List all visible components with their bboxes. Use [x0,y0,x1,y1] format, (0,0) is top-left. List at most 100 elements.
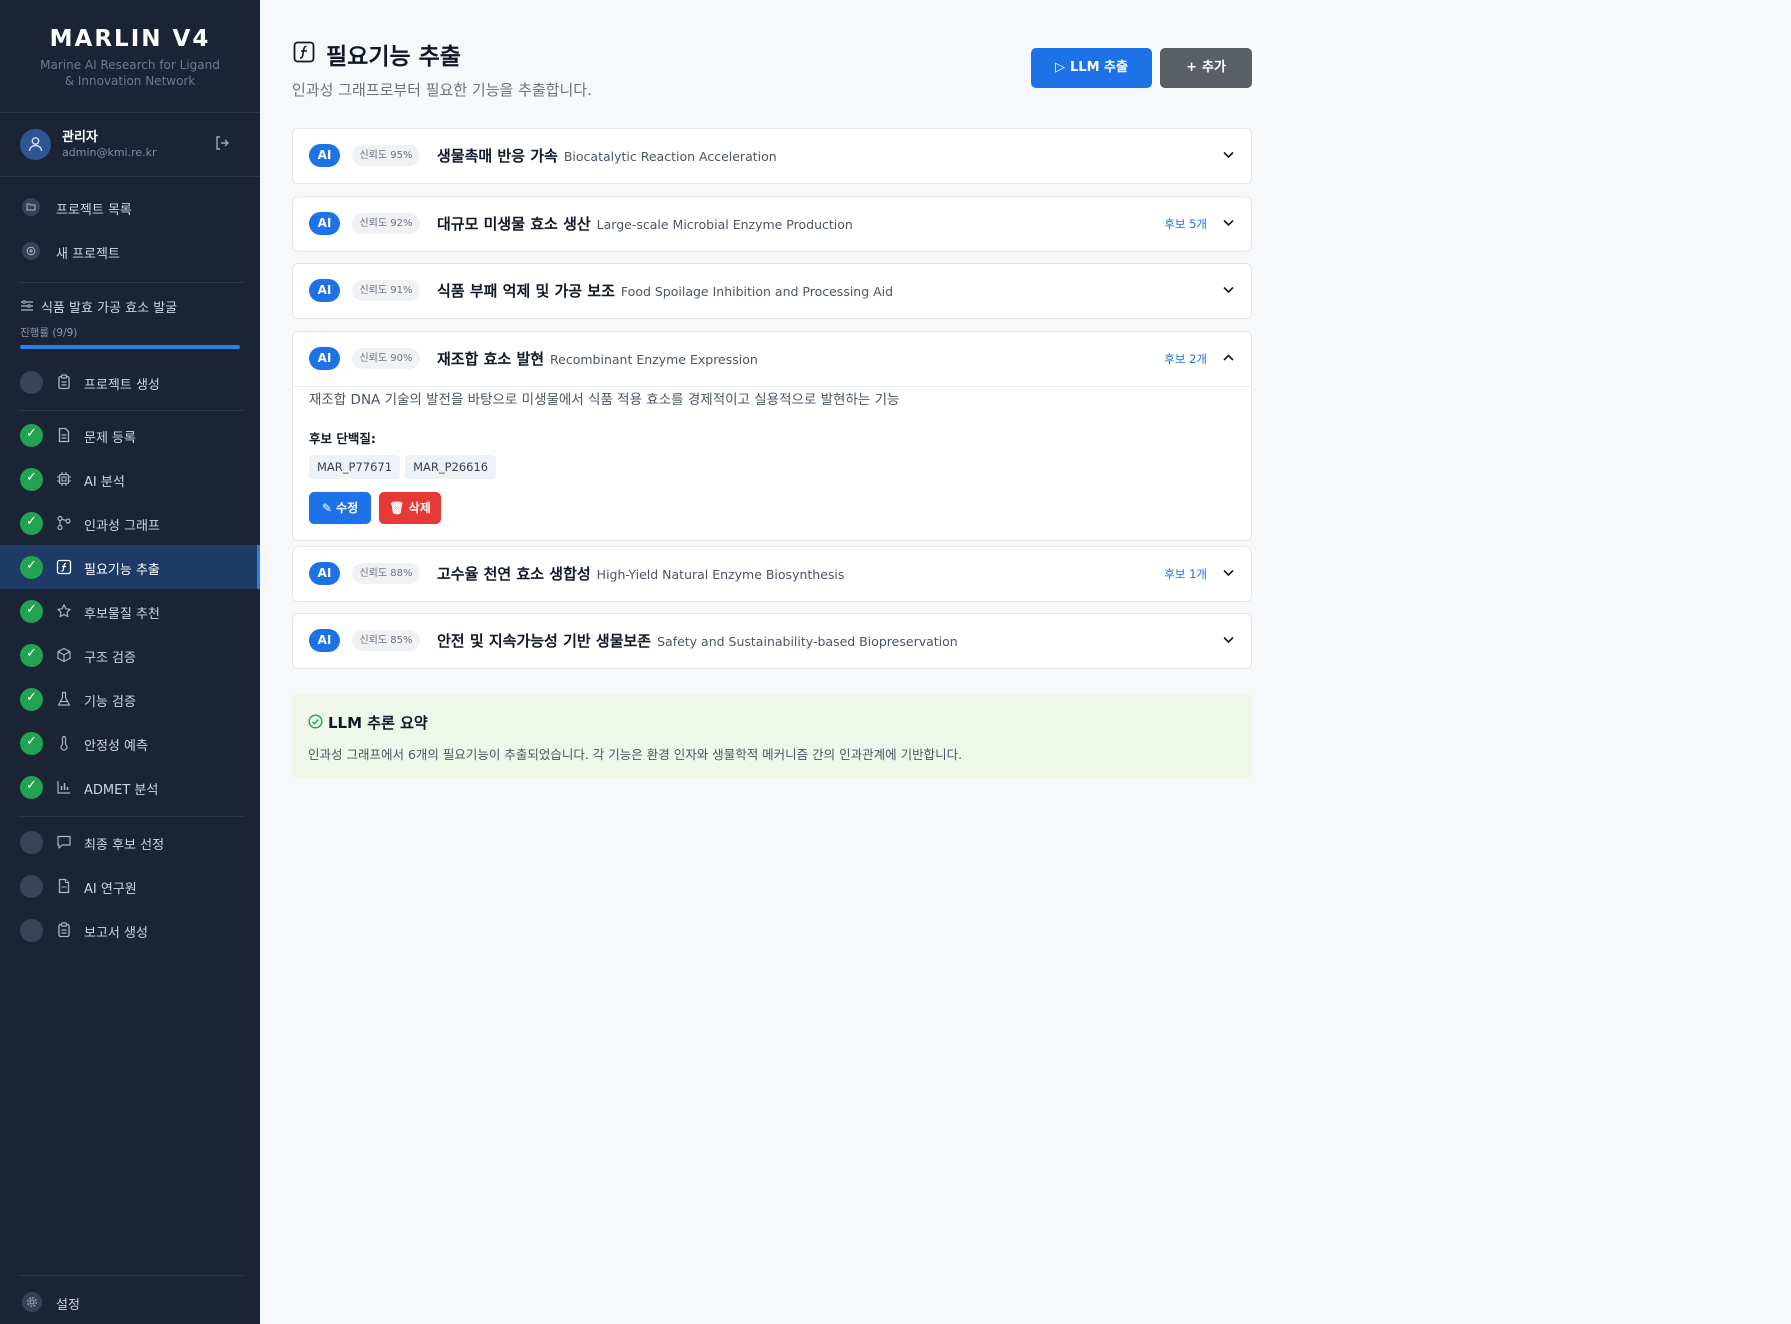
file-icon [58,878,70,894]
project-title-text: 식품 발효 가공 효소 발굴 [41,301,178,316]
brand-subtitle-line1: Marine AI Research for Ligand [40,58,220,72]
cpu-icon [57,472,71,486]
step-done-badge: ✓ [20,556,43,579]
logout-icon[interactable] [214,135,230,151]
step-item[interactable]: ✓ 구조 검증 [0,633,260,677]
chevron-up-icon[interactable] [1222,351,1235,364]
check-icon: ✓ [26,426,37,441]
clipboard-icon [58,922,70,938]
step-item[interactable]: ✓ 인과성 그래프 [0,501,260,545]
confidence-badge: 신뢰도 95% [352,145,420,166]
step-done-badge: ✓ [20,600,43,623]
step-pending-badge [20,831,43,854]
delete-label: 삭제 [408,501,431,515]
step-item[interactable]: 보고서 생성 [0,908,260,952]
step-item[interactable]: ✓ 필요기능 추출 [0,545,260,589]
protein-chip[interactable]: MAR_P77671 [309,455,401,479]
sidebar: MARLIN V4 Marine AI Research for Ligand … [0,0,260,1324]
llm-summary: LLM 추론 요약 인과성 그래프에서 6개의 필요기능이 추출되었습니다. 각… [292,693,1252,779]
check-icon: ✓ [26,470,37,485]
step-label: 기능 검증 [84,695,136,710]
check-icon: ✓ [26,734,37,749]
function-title-en: Food Spoilage Inhibition and Processing … [620,284,894,299]
chevron-down-icon[interactable] [1222,216,1235,229]
nav-new-project-label: 새 프로젝트 [56,247,120,262]
function-title: 식품 부패 억제 및 가공 보조 Food Spoilage Inhibition… [437,282,894,300]
step-done-badge: ✓ [20,688,43,711]
nav-project-list-label: 프로젝트 목록 [56,203,132,218]
ai-badge: AI [309,629,340,652]
function-card-header[interactable]: AI 신뢰도 92% 대규모 미생물 효소 생산 Large-scale Microb… [293,197,1251,251]
chevron-down-icon[interactable] [1222,148,1235,161]
graph-icon [57,515,71,531]
step-done-badge: ✓ [20,644,43,667]
function-card: AI 신뢰도 95% 생물촉매 반응 가속 Biocatalytic Reaction… [292,128,1252,184]
settings-item[interactable]: 설정 [0,1280,260,1324]
function-card-header[interactable]: AI 신뢰도 95% 생물촉매 반응 가속 Biocatalytic Reaction… [293,129,1251,183]
step-item[interactable]: 최종 후보 선정 [0,820,260,864]
confidence-badge: 신뢰도 92% [352,213,420,234]
check-icon: ✓ [26,514,37,529]
function-icon [56,559,72,575]
function-title-en: Biocatalytic Reaction Acceleration [563,149,777,164]
step-label: 프로젝트 생성 [84,378,160,393]
step-item[interactable]: ✓ 후보물질 추천 [0,589,260,633]
chevron-down-icon[interactable] [1222,633,1235,646]
brand-subtitle: Marine AI Research for Ligand & Innovati… [0,57,260,89]
check-icon: ✓ [26,646,37,661]
check-icon: ✓ [26,558,37,573]
function-card-header[interactable]: AI 신뢰도 90% 재조합 효소 발현 Recombinant Enzyme Exp… [293,332,1251,386]
step-item[interactable]: ✓ 문제 등록 [0,413,260,457]
cube-icon [57,647,71,663]
step-item[interactable]: ✓ 안정성 예측 [0,721,260,765]
edit-button[interactable]: ✎ 수정 [309,492,371,524]
trash-icon: 🗑 [389,501,409,515]
step-done-badge: ✓ [20,424,43,447]
user-email: admin@kmi.re.kr [62,146,157,159]
confidence-badge: 신뢰도 85% [352,630,420,651]
function-title: 생물촉매 반응 가속 Biocatalytic Reaction Accelera… [437,147,777,165]
chevron-down-icon[interactable] [1222,566,1235,579]
summary-title: LLM 추론 요약 [328,714,428,732]
user-panel: 관리자 admin@kmi.re.kr [0,113,260,177]
nav-new-project[interactable]: 새 프로젝트 [0,229,260,273]
brand: MARLIN V4 Marine AI Research for Ligand … [0,0,260,113]
chevron-down-icon[interactable] [1222,283,1235,296]
nav-project-list[interactable]: 프로젝트 목록 [0,185,260,229]
step-label: 필요기능 추출 [84,563,160,578]
delete-button[interactable]: 🗑 삭제 [379,492,441,524]
function-card: AI 신뢰도 88% 고수율 천연 효소 생합성 High-Yield Natural… [292,546,1252,602]
brand-subtitle-line2: & Innovation Network [64,74,196,88]
llm-extract-button[interactable]: ▷ LLM 추출 [1031,48,1152,88]
divider [18,816,244,817]
step-pending-badge [20,875,43,898]
function-card-header[interactable]: AI 신뢰도 88% 고수율 천연 효소 생합성 High-Yield Natural… [293,547,1251,601]
progress-bar [20,345,240,349]
candidate-proteins-label: 후보 단백질: [309,431,376,446]
add-button[interactable]: + 추가 [1160,48,1252,88]
function-card-header[interactable]: AI 신뢰도 85% 안전 및 지속가능성 기반 생물보존 Safety and Su… [293,614,1251,668]
function-description: 재조합 DNA 기술의 발전을 바탕으로 미생물에서 식품 적용 효소를 경제적… [309,392,900,408]
settings-label: 설정 [56,1298,80,1313]
current-project[interactable]: 식품 발효 가공 효소 발굴 진행률 (9/9) [20,297,240,349]
step-item[interactable]: 프로젝트 생성 [0,360,260,404]
step-done-badge: ✓ [20,776,43,799]
check-icon: ✓ [26,778,37,793]
function-card: AI 신뢰도 92% 대규모 미생물 효소 생산 Large-scale Microb… [292,196,1252,252]
protein-chip[interactable]: MAR_P26616 [405,455,497,479]
card-actions: ✎ 수정 🗑 삭제 [309,492,1235,524]
thermometer-icon [60,735,68,751]
page-title: 필요기능 추출 [326,44,461,70]
bar-chart-icon [57,781,70,794]
step-label: 문제 등록 [84,431,136,446]
function-title: 재조합 효소 발현 Recombinant Enzyme Expression [437,350,758,368]
step-item[interactable]: AI 연구원 [0,864,260,908]
step-done-badge: ✓ [20,512,43,535]
step-item[interactable]: ✓ AI 분석 [0,457,260,501]
function-icon [293,41,315,63]
function-title-en: High-Yield Natural Enzyme Biosynthesis [596,567,845,582]
step-label: 안정성 예측 [84,739,148,754]
function-card-header[interactable]: AI 신뢰도 91% 식품 부패 억제 및 가공 보조 Food Spoilage I… [293,264,1251,318]
step-item[interactable]: ✓ ADMET 분석 [0,765,260,809]
step-item[interactable]: ✓ 기능 검증 [0,677,260,721]
